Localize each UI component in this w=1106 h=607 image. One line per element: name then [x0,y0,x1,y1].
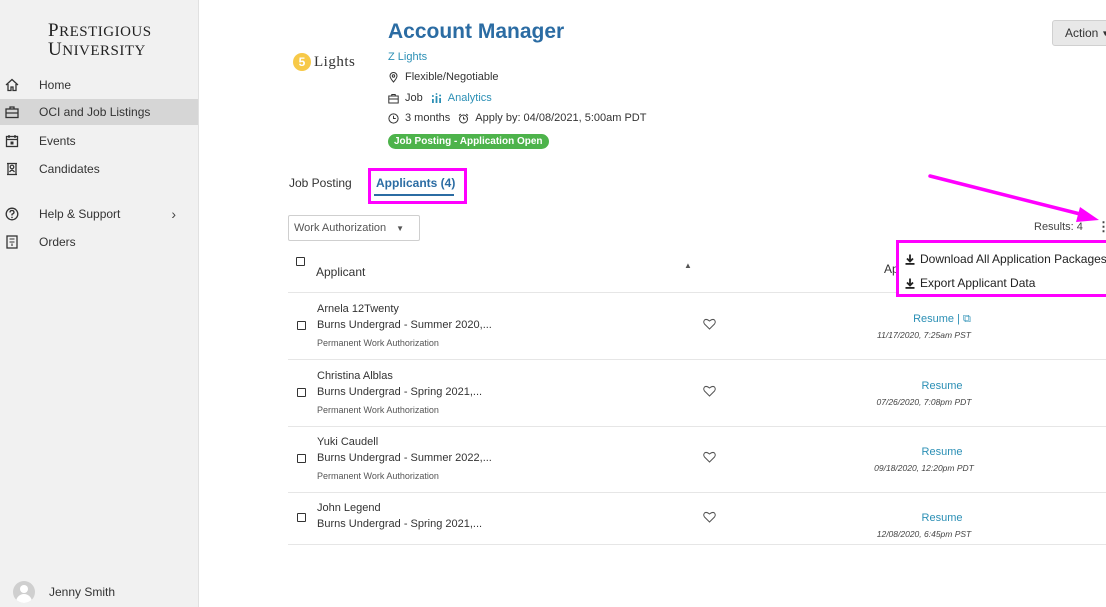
heart-icon[interactable] [703,451,716,463]
help-icon [5,207,19,221]
avatar [13,580,35,603]
job-type-text: Job [405,92,423,104]
applicant-name[interactable]: Arnela 12Twenty [317,303,399,315]
sidebar-item-oci-job-listings[interactable]: OCI and Job Listings [0,99,198,125]
applicant-program: Burns Undergrad - Spring 2021,... [317,518,483,530]
menu-item-label: Export Applicant Data [920,276,1036,290]
clock-icon [388,112,399,124]
calendar-icon [5,134,19,148]
briefcase-icon [388,93,399,104]
alarm-clock-icon [458,113,469,124]
candidates-icon [5,162,19,176]
sidebar-item-orders[interactable]: Orders [0,229,198,255]
resume-link[interactable]: Resume | ⧉ [902,313,982,326]
university-logo[interactable]: PRESTIGIOUS UNIVERSITY [48,21,188,60]
resume-link[interactable]: Resume [902,512,982,524]
row-checkbox[interactable] [297,454,306,463]
applicant-authorization: Permanent Work Authorization [317,338,439,348]
action-button-label: Action [1065,26,1099,40]
more-options-menu: Download All Application Packages Export… [896,240,1106,297]
resume-link-label: Resume | [913,313,964,325]
row-checkbox[interactable] [297,513,306,522]
heart-icon[interactable] [703,385,716,397]
download-icon [905,254,915,265]
caret-down-icon: ▼ [1101,28,1106,38]
sidebar-item-label: OCI and Job Listings [39,105,151,119]
sort-up-icon[interactable]: ▲ [684,261,692,270]
duration-text: 3 months [405,112,451,124]
briefcase-icon [5,105,19,119]
sidebar-item-label: Orders [39,235,76,249]
resume-link[interactable]: Resume [902,380,982,392]
row-checkbox[interactable] [297,321,306,330]
location-pin-icon [388,71,399,83]
applicant-name[interactable]: John Legend [317,502,381,514]
sidebar-item-label: Home [39,78,72,92]
applicant-program: Burns Undergrad - Summer 2020,... [317,319,492,331]
orders-icon [5,235,19,249]
applied-date: 12/08/2020, 6:45pm PST [876,529,972,539]
heart-icon[interactable] [703,511,716,523]
row-checkbox[interactable] [297,388,306,397]
company-link[interactable]: Z Lights [388,51,427,63]
analytics-icon [431,92,442,104]
select-all-checkbox[interactable] [296,257,305,266]
sidebar-item-label: Help & Support [39,207,121,221]
caret-down-icon: ▼ [396,223,405,233]
applied-date: 11/17/2020, 7:25am PST [877,330,971,340]
results-count: Results: 4 [1034,221,1083,233]
table-row: Arnela 12Twenty Burns Undergrad - Summer… [288,293,1106,360]
apply-by-text: Apply by: 04/08/2021, 5:00am PDT [475,112,647,124]
column-header-applicant[interactable]: Applicant [316,265,365,279]
chevron-right-icon: › [171,206,176,222]
copy-icon[interactable]: ⧉ [963,313,971,325]
location-row: Flexible/Negotiable [388,71,499,83]
user-profile[interactable]: Jenny Smith [0,576,198,607]
company-logo-text: Lights [314,53,356,70]
download-icon [905,278,915,289]
applied-date: 09/18/2020, 12:20pm PDT [874,463,974,473]
location-text: Flexible/Negotiable [405,71,499,83]
job-type-row: Job Analytics [388,92,492,104]
applicant-program: Burns Undergrad - Summer 2022,... [317,452,492,464]
applicant-name[interactable]: Yuki Caudell [317,436,378,448]
sidebar-item-label: Events [39,134,76,148]
heart-icon[interactable] [703,318,716,330]
menu-item-export-applicant-data[interactable]: Export Applicant Data [905,276,1035,290]
home-icon [5,78,19,92]
duration-row: 3 months Apply by: 04/08/2021, 5:00am PD… [388,112,646,124]
sidebar-item-candidates[interactable]: Candidates [0,156,198,182]
status-badge: Job Posting - Application Open [388,134,549,149]
table-row: Yuki Caudell Burns Undergrad - Summer 20… [288,426,1106,493]
sidebar-item-events[interactable]: Events [0,128,198,154]
menu-item-download-all-packages[interactable]: Download All Application Packages [905,252,1106,266]
page-title: Account Manager [388,20,565,43]
work-authorization-filter[interactable]: Work Authorization ▼ [288,215,420,241]
sidebar: PRESTIGIOUS UNIVERSITY Home OCI and Job … [0,0,199,607]
filter-label: Work Authorization [294,222,387,234]
applicant-name[interactable]: Christina Alblas [317,370,393,382]
sidebar-item-help-support[interactable]: Help & Support › [0,201,198,227]
tab-job-posting[interactable]: Job Posting [289,176,352,190]
sidebar-item-home[interactable]: Home [0,72,198,98]
applicant-authorization: Permanent Work Authorization [317,471,439,481]
more-options-icon[interactable]: ⋮ [1097,219,1106,235]
tab-highlight-annotation [368,168,467,204]
user-name: Jenny Smith [49,584,116,599]
category-link[interactable]: Analytics [448,92,492,104]
company-logo: 5 Lights [293,53,355,71]
applicant-program: Burns Undergrad - Spring 2021,... [317,386,483,398]
action-button[interactable]: Action ▼ [1052,20,1106,46]
menu-item-label: Download All Application Packages [920,252,1106,266]
applied-date: 07/26/2020, 7:08pm PDT [876,397,972,407]
table-row: John Legend Burns Undergrad - Spring 202… [288,492,1106,545]
sidebar-item-label: Candidates [39,162,100,176]
applicant-authorization: Permanent Work Authorization [317,405,439,415]
company-logo-mark: 5 [293,53,311,71]
resume-link[interactable]: Resume [902,446,982,458]
table-row: Christina Alblas Burns Undergrad - Sprin… [288,360,1106,427]
